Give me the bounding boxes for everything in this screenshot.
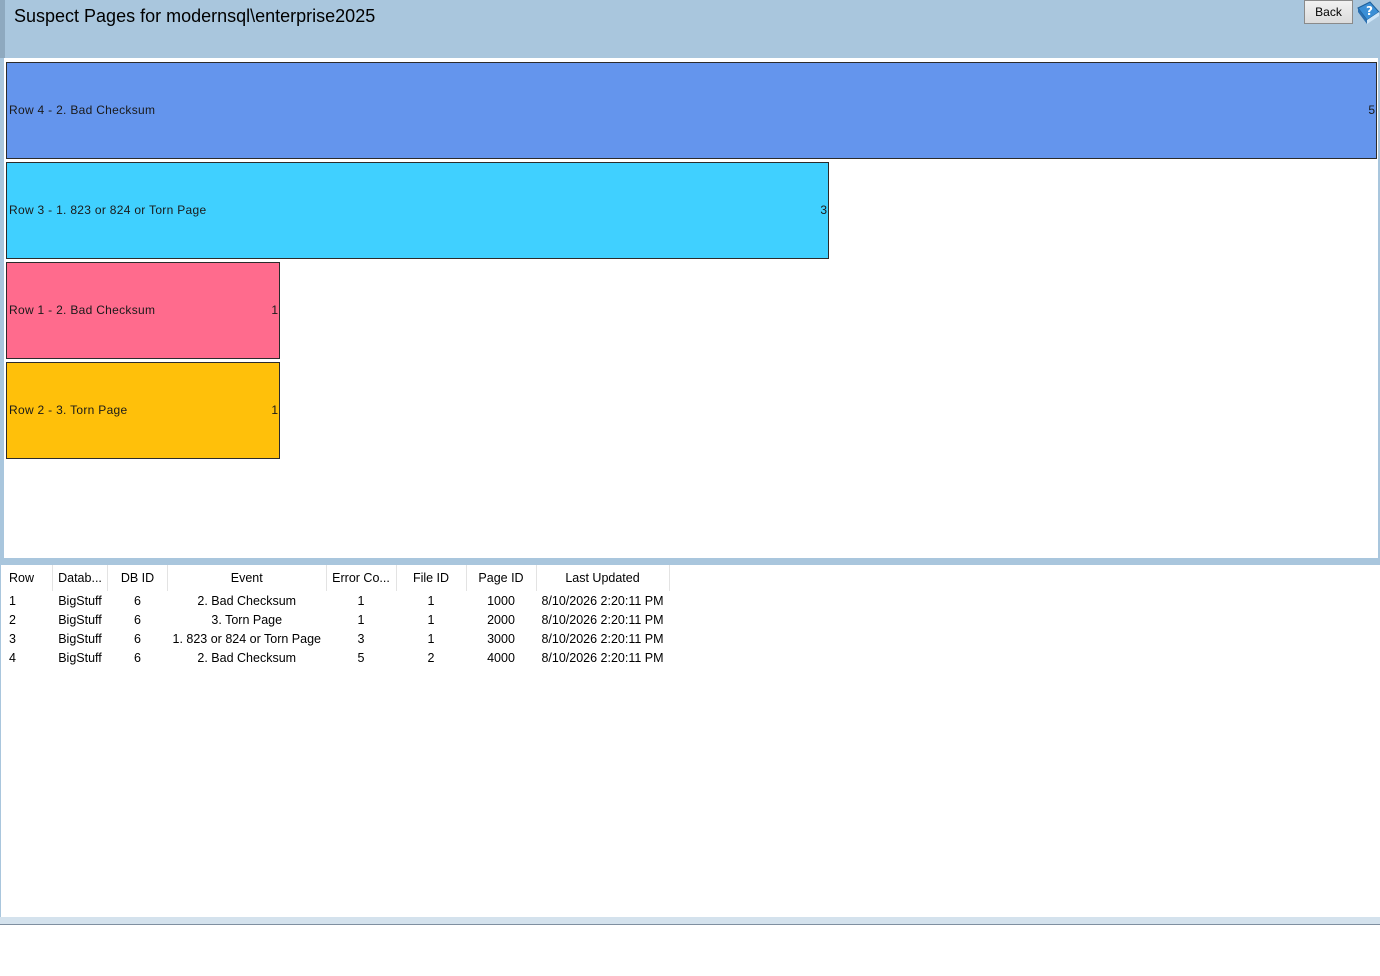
cell-error-count: 5 [357, 650, 365, 665]
page-title: Suspect Pages for modernsql\enterprise20… [14, 6, 376, 26]
cell-error-count: 3 [357, 631, 365, 646]
table-row[interactable]: 1 BigStuff 6 2. Bad Checksum 1 1 1000 8/… [4, 591, 669, 610]
cell-page-id: 2000 [487, 612, 515, 627]
cell-event: 1. 823 or 824 or Torn Page [172, 631, 322, 646]
cell-file-id: 2 [427, 650, 435, 665]
bar-label: Row 3 - 1. 823 or 824 or Torn Page [9, 203, 207, 217]
column-header-row[interactable]: Row [4, 565, 53, 591]
bar-value-label: 5 [1368, 103, 1375, 117]
cell-event: 2. Bad Checksum [197, 593, 297, 608]
back-button[interactable]: Back [1304, 0, 1353, 24]
column-header-file-id[interactable]: File ID [396, 565, 467, 591]
bottom-divider [0, 924, 1380, 925]
table-row[interactable]: 2 BigStuff 6 3. Torn Page 1 1 2000 8/10/… [4, 610, 669, 629]
bar-value-label: 3 [820, 203, 827, 217]
bar[interactable]: Row 2 - 3. Torn Page 1 [6, 362, 280, 459]
column-header-db-id[interactable]: DB ID [107, 565, 168, 591]
bar[interactable]: Row 4 - 2. Bad Checksum 5 [6, 62, 1377, 159]
bar-value-label: 1 [271, 403, 278, 417]
cell-database: BigStuff [58, 593, 102, 608]
bar-label: Row 4 - 2. Bad Checksum [9, 103, 156, 117]
cell-db-id: 6 [134, 612, 141, 627]
cell-database: BigStuff [58, 631, 102, 646]
data-table: Row Datab... DB ID Event Error Co... Fil… [4, 565, 670, 667]
table-row[interactable]: 3 BigStuff 6 1. 823 or 824 or Torn Page … [4, 629, 669, 648]
cell-row: 4 [9, 650, 16, 665]
cell-event: 2. Bad Checksum [197, 650, 297, 665]
cell-row: 2 [9, 612, 16, 627]
cell-page-id: 4000 [487, 650, 515, 665]
bar[interactable]: Row 1 - 2. Bad Checksum 1 [6, 262, 280, 359]
cell-row: 1 [9, 593, 16, 608]
cell-row: 3 [9, 631, 16, 646]
column-header-event[interactable]: Event [167, 565, 327, 591]
suspect-pages-grid: Row Datab... DB ID Event Error Co... Fil… [0, 565, 1380, 917]
cell-file-id: 1 [427, 593, 435, 608]
bar-value-label: 1 [271, 303, 278, 317]
panel-splitter[interactable] [0, 558, 1380, 565]
cell-database: BigStuff [58, 612, 102, 627]
cell-file-id: 1 [427, 612, 435, 627]
cell-db-id: 6 [134, 631, 141, 646]
svg-text:?: ? [1366, 4, 1373, 18]
column-header-last-updated[interactable]: Last Updated [536, 565, 670, 591]
table-row[interactable]: 4 BigStuff 6 2. Bad Checksum 5 2 4000 8/… [4, 648, 669, 667]
column-header-page-id[interactable]: Page ID [466, 565, 537, 591]
table-header-row: Row Datab... DB ID Event Error Co... Fil… [4, 565, 670, 591]
help-book-icon[interactable]: ? [1356, 0, 1380, 26]
bar[interactable]: Row 3 - 1. 823 or 824 or Torn Page 3 [6, 162, 829, 259]
report-header: Suspect Pages for modernsql\enterprise20… [0, 0, 1380, 58]
cell-error-count: 1 [357, 612, 365, 627]
header-edge [0, 0, 5, 58]
column-header-error-count[interactable]: Error Co... [326, 565, 397, 591]
bar-label: Row 1 - 2. Bad Checksum [9, 303, 156, 317]
bar-label: Row 2 - 3. Torn Page [9, 403, 128, 417]
chart-panel: Row 4 - 2. Bad Checksum 5 Row 3 - 1. 823 o… [0, 58, 1380, 558]
cell-page-id: 3000 [487, 631, 515, 646]
cell-last-updated: 8/10/2026 2:20:11 PM [541, 593, 664, 608]
cell-db-id: 6 [134, 593, 141, 608]
cell-last-updated: 8/10/2026 2:20:11 PM [541, 612, 664, 627]
column-header-database[interactable]: Datab... [52, 565, 108, 591]
cell-db-id: 6 [134, 650, 141, 665]
cell-event: 3. Torn Page [211, 612, 283, 627]
cell-page-id: 1000 [487, 593, 515, 608]
suspect-pages-bar-chart: Row 4 - 2. Bad Checksum 5 Row 3 - 1. 823 o… [4, 58, 1378, 558]
cell-file-id: 1 [427, 631, 435, 646]
cell-last-updated: 8/10/2026 2:20:11 PM [541, 631, 664, 646]
cell-error-count: 1 [357, 593, 365, 608]
cell-last-updated: 8/10/2026 2:20:11 PM [541, 650, 664, 665]
status-band [0, 917, 1380, 924]
cell-database: BigStuff [58, 650, 102, 665]
